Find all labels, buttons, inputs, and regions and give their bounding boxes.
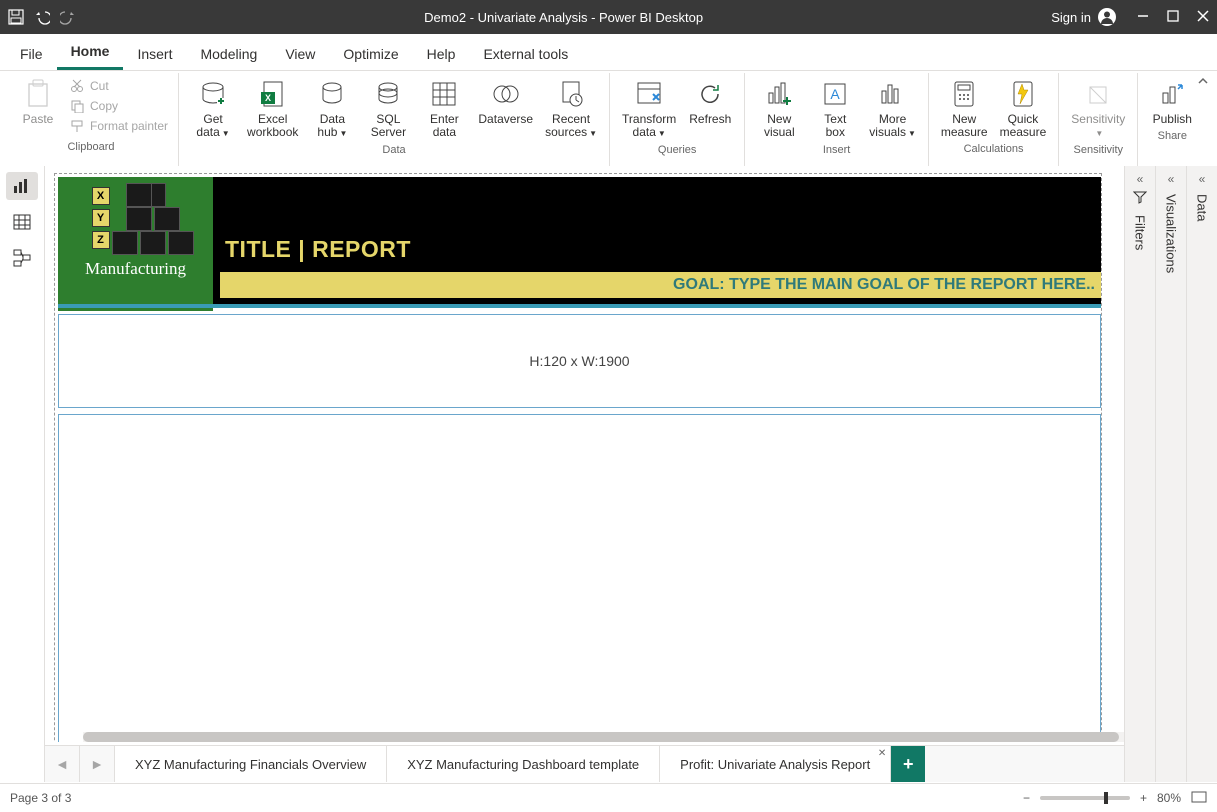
tab-home[interactable]: Home xyxy=(57,35,124,70)
group-calculations-label: Calculations xyxy=(964,141,1024,157)
sensitivity-button[interactable]: Sensitivity▼ xyxy=(1065,73,1131,142)
redo-icon[interactable] xyxy=(60,9,76,25)
dataverse-button[interactable]: Dataverse xyxy=(472,73,539,128)
data-pane-toggle[interactable]: « Data xyxy=(1186,166,1217,782)
filter-icon xyxy=(1133,190,1147,207)
save-icon[interactable] xyxy=(8,9,24,25)
tab-help[interactable]: Help xyxy=(413,38,470,70)
collapse-ribbon-icon[interactable] xyxy=(1197,75,1209,90)
data-hub-button[interactable]: Data hub▼ xyxy=(304,73,360,142)
page-tab-2[interactable]: XYZ Manufacturing Dashboard template xyxy=(387,746,660,782)
refresh-button[interactable]: Refresh xyxy=(682,73,738,128)
report-title: TITLE | REPORT xyxy=(225,236,411,263)
model-view-button[interactable] xyxy=(6,244,38,272)
table-view-button[interactable] xyxy=(6,208,38,236)
maximize-icon[interactable] xyxy=(1167,10,1179,25)
page-tab-1[interactable]: XYZ Manufacturing Financials Overview xyxy=(115,746,387,782)
report-view-button[interactable] xyxy=(6,172,38,200)
tab-insert[interactable]: Insert xyxy=(123,38,186,70)
close-icon[interactable] xyxy=(1197,10,1209,25)
group-sensitivity-label: Sensitivity xyxy=(1074,142,1124,158)
next-page-button[interactable]: ► xyxy=(80,746,115,782)
chevron-left-icon: « xyxy=(1168,172,1175,186)
format-painter-button[interactable]: Format painter xyxy=(66,117,172,135)
sql-server-button[interactable]: SQL Server xyxy=(360,73,416,141)
horizontal-scrollbar[interactable] xyxy=(83,732,1124,742)
zoom-in-button[interactable]: + xyxy=(1140,791,1147,805)
chevron-left-icon: « xyxy=(1137,172,1144,186)
group-share-label: Share xyxy=(1158,128,1187,144)
page-indicator: Page 3 of 3 xyxy=(10,791,71,805)
minimize-icon[interactable] xyxy=(1137,10,1149,25)
divider-bar xyxy=(58,304,1101,308)
quick-measure-button[interactable]: Quick measure xyxy=(994,73,1053,141)
group-data-label: Data xyxy=(382,142,405,158)
close-tab-icon[interactable]: ✕ xyxy=(878,748,886,759)
prev-page-button[interactable]: ◄ xyxy=(45,746,80,782)
goal-bar: GOAL: TYPE THE MAIN GOAL OF THE REPORT H… xyxy=(220,272,1101,298)
zoom-out-button[interactable]: − xyxy=(1023,791,1030,805)
sign-in-label: Sign in xyxy=(1051,10,1091,25)
chevron-left-icon: « xyxy=(1199,172,1206,186)
page-tab-3[interactable]: Profit: Univariate Analysis Report✕ xyxy=(660,746,891,782)
publish-button[interactable]: Publish xyxy=(1144,73,1200,128)
logo-block: X Y Z Manufacturing xyxy=(58,177,213,311)
group-queries-label: Queries xyxy=(658,142,697,158)
svg-text:X: X xyxy=(265,93,271,103)
zoom-level: 80% xyxy=(1157,791,1181,805)
placeholder-1[interactable]: H:120 x W:1900 xyxy=(58,314,1101,408)
placeholder-2[interactable]: H:776 x W:1560 xyxy=(58,414,1101,742)
group-insert-label: Insert xyxy=(823,142,851,158)
tab-view[interactable]: View xyxy=(271,38,329,70)
text-box-button[interactable]: AText box xyxy=(807,73,863,141)
report-canvas[interactable]: X Y Z Manufacturing TITLE | REPORT GOAL:… xyxy=(55,174,1101,742)
get-data-button[interactable]: Get data▼ xyxy=(185,73,241,142)
tab-optimize[interactable]: Optimize xyxy=(329,38,412,70)
enter-data-button[interactable]: Enter data xyxy=(416,73,472,141)
zoom-slider[interactable] xyxy=(1040,796,1130,800)
new-measure-button[interactable]: New measure xyxy=(935,73,994,141)
tab-modeling[interactable]: Modeling xyxy=(186,38,271,70)
filters-pane-toggle[interactable]: « Filters xyxy=(1124,166,1155,782)
transform-data-button[interactable]: Transform data▼ xyxy=(616,73,682,142)
paste-button[interactable]: Paste xyxy=(10,73,66,128)
new-visual-button[interactable]: New visual xyxy=(751,73,807,141)
logo-text: Manufacturing xyxy=(85,259,186,279)
visualizations-pane-toggle[interactable]: « Visualizations xyxy=(1155,166,1186,782)
add-page-button[interactable]: + xyxy=(891,746,925,782)
cut-button[interactable]: Cut xyxy=(66,77,172,95)
recent-sources-button[interactable]: Recent sources▼ xyxy=(539,73,603,142)
svg-text:A: A xyxy=(831,86,841,102)
more-visuals-button[interactable]: More visuals▼ xyxy=(863,73,922,142)
copy-button[interactable]: Copy xyxy=(66,97,172,115)
fit-to-page-button[interactable] xyxy=(1191,791,1207,806)
excel-workbook-button[interactable]: XExcel workbook xyxy=(241,73,304,141)
tab-external-tools[interactable]: External tools xyxy=(469,38,582,70)
group-clipboard-label: Clipboard xyxy=(67,139,114,155)
tab-file[interactable]: File xyxy=(6,38,57,70)
sign-in-button[interactable]: Sign in xyxy=(1051,7,1117,27)
window-title: Demo2 - Univariate Analysis - Power BI D… xyxy=(76,10,1051,25)
undo-icon[interactable] xyxy=(34,9,50,25)
